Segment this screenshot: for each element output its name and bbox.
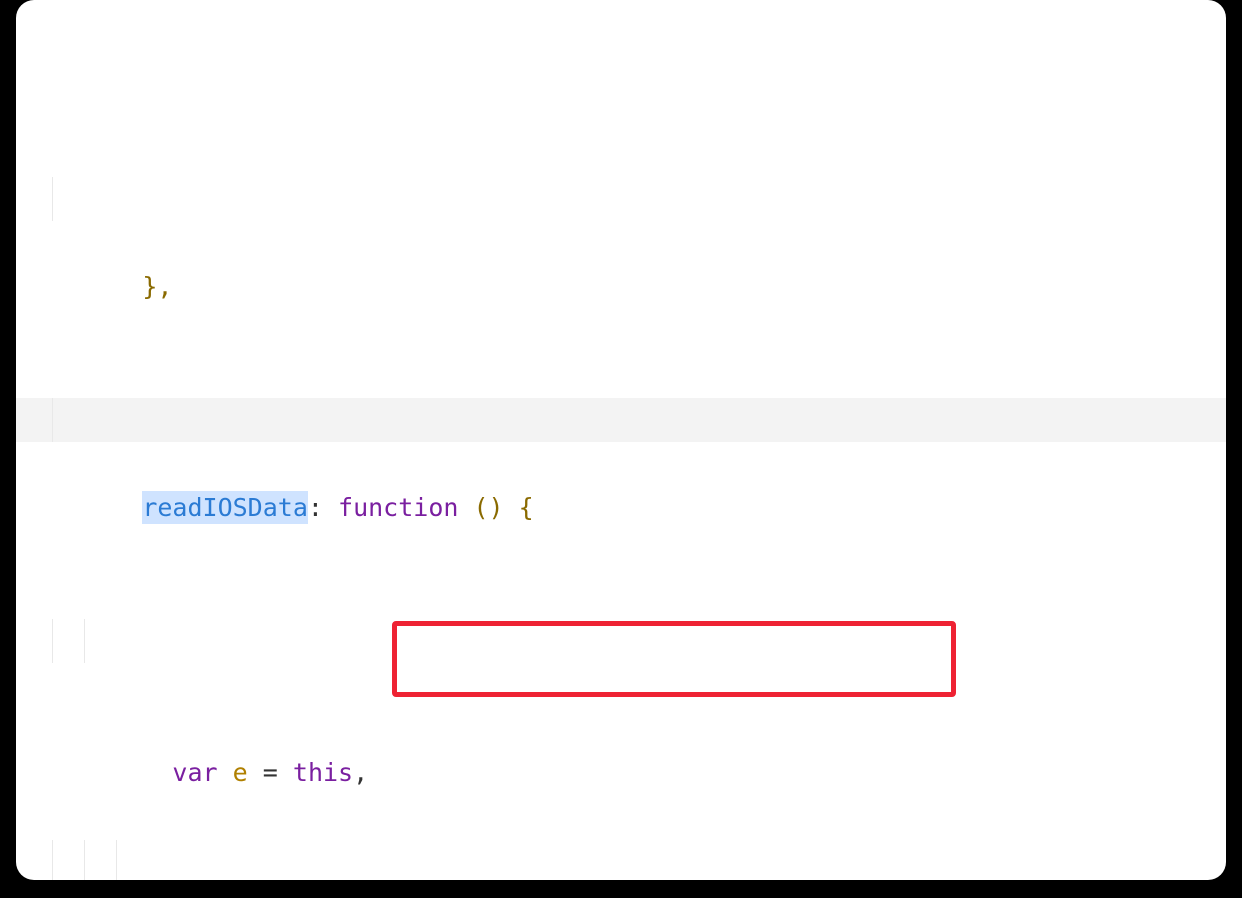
code-editor[interactable]: }, readIOSData: function () { var e = th… [16, 0, 1226, 880]
keyword-function: function [338, 493, 458, 522]
colon: : [308, 493, 323, 522]
keyword-var: var [172, 758, 217, 787]
brace-open: { [519, 493, 534, 522]
code-line[interactable]: }, [16, 177, 1226, 221]
code-line[interactable]: var e = this, [16, 619, 1226, 663]
comma: , [353, 758, 368, 787]
code-line[interactable]: readIOSData: function () { [16, 398, 1226, 442]
identifier: e [233, 758, 248, 787]
code-line[interactable]: t = this; [16, 840, 1226, 880]
keyword-this: this [293, 758, 353, 787]
code-content[interactable]: }, readIOSData: function () { var e = th… [16, 0, 1226, 880]
parens: () [474, 493, 504, 522]
brace-close: }, [142, 272, 172, 301]
op-eq: = [263, 758, 278, 787]
function-name-selected: readIOSData [142, 493, 308, 522]
